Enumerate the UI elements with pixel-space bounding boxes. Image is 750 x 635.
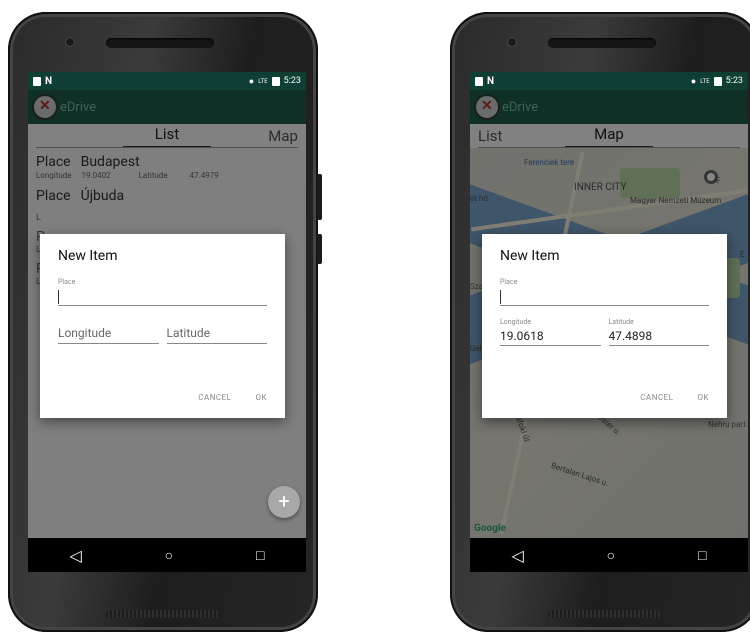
place-field-label: Place	[500, 278, 518, 286]
battery-icon	[271, 76, 280, 86]
coordinate-fields: Longitude Latitude	[58, 318, 267, 344]
dialog-actions: CANCEL OK	[640, 393, 709, 402]
new-item-dialog: New Item Place Longitude 19.0618 Latitud…	[482, 234, 727, 418]
earpiece-speaker	[548, 38, 656, 48]
ok-button[interactable]: OK	[255, 393, 267, 402]
location-icon: ●	[690, 76, 697, 87]
place-field-label: Place	[58, 278, 76, 286]
longitude-input[interactable]: 19.0618	[500, 326, 601, 346]
longitude-input[interactable]: Longitude	[58, 318, 159, 344]
earpiece-speaker	[106, 38, 214, 48]
battery-icon	[713, 76, 722, 86]
latitude-label: Latitude	[608, 318, 634, 326]
cancel-button[interactable]: CANCEL	[198, 393, 231, 402]
side-power-button	[317, 234, 322, 264]
side-volume-button	[317, 174, 322, 220]
place-input[interactable]	[500, 286, 709, 306]
signal-icon: LTE	[258, 77, 268, 85]
home-icon[interactable]: ○	[607, 547, 615, 564]
dialog-actions: CANCEL OK	[198, 393, 267, 402]
plus-icon: +	[278, 489, 290, 513]
back-icon[interactable]: ◁	[511, 546, 523, 565]
recents-icon[interactable]: □	[698, 547, 706, 564]
screen-right: N ● LTE 5:23 eDrive List Map	[470, 72, 748, 572]
signal-icon: LTE	[700, 77, 710, 85]
nfc-icon: N	[45, 75, 53, 87]
new-item-dialog: New Item Place Longitude Latitude CANCEL…	[40, 234, 285, 418]
place-input[interactable]	[58, 286, 267, 306]
recents-icon[interactable]: □	[256, 547, 264, 564]
longitude-label: Longitude	[500, 318, 532, 326]
dialog-title: New Item	[58, 248, 118, 264]
add-item-button[interactable]: +	[268, 486, 300, 518]
text-cursor	[500, 290, 501, 304]
phone-left: N ● LTE 5:23 eDrive List Map	[8, 12, 322, 632]
sd-card-icon	[475, 76, 483, 86]
latitude-input[interactable]: Latitude	[166, 318, 267, 344]
screen-left: N ● LTE 5:23 eDrive List Map	[28, 72, 306, 572]
front-camera	[508, 38, 516, 46]
latitude-input[interactable]: 47.4898	[608, 326, 709, 346]
navigation-bar: ◁ ○ □	[28, 538, 306, 572]
location-icon: ●	[248, 76, 255, 87]
back-icon[interactable]: ◁	[69, 546, 81, 565]
home-icon[interactable]: ○	[165, 547, 173, 564]
ok-button[interactable]: OK	[697, 393, 709, 402]
bottom-speaker	[106, 610, 220, 618]
sd-card-icon	[33, 76, 41, 86]
stage: N ● LTE 5:23 eDrive List Map	[0, 0, 750, 635]
coordinate-fields: Longitude 19.0618 Latitude 47.4898	[500, 318, 709, 346]
status-bar: N ● LTE 5:23	[28, 72, 306, 90]
bottom-speaker	[548, 610, 662, 618]
phone-right: N ● LTE 5:23 eDrive List Map	[450, 12, 750, 632]
cancel-button[interactable]: CANCEL	[640, 393, 673, 402]
navigation-bar: ◁ ○ □	[470, 538, 748, 572]
dialog-title: New Item	[500, 248, 560, 264]
front-camera	[66, 38, 74, 46]
nfc-icon: N	[487, 75, 495, 87]
clock: 5:23	[725, 76, 743, 86]
status-bar: N ● LTE 5:23	[470, 72, 748, 90]
text-cursor	[58, 290, 59, 304]
clock: 5:23	[283, 76, 301, 86]
